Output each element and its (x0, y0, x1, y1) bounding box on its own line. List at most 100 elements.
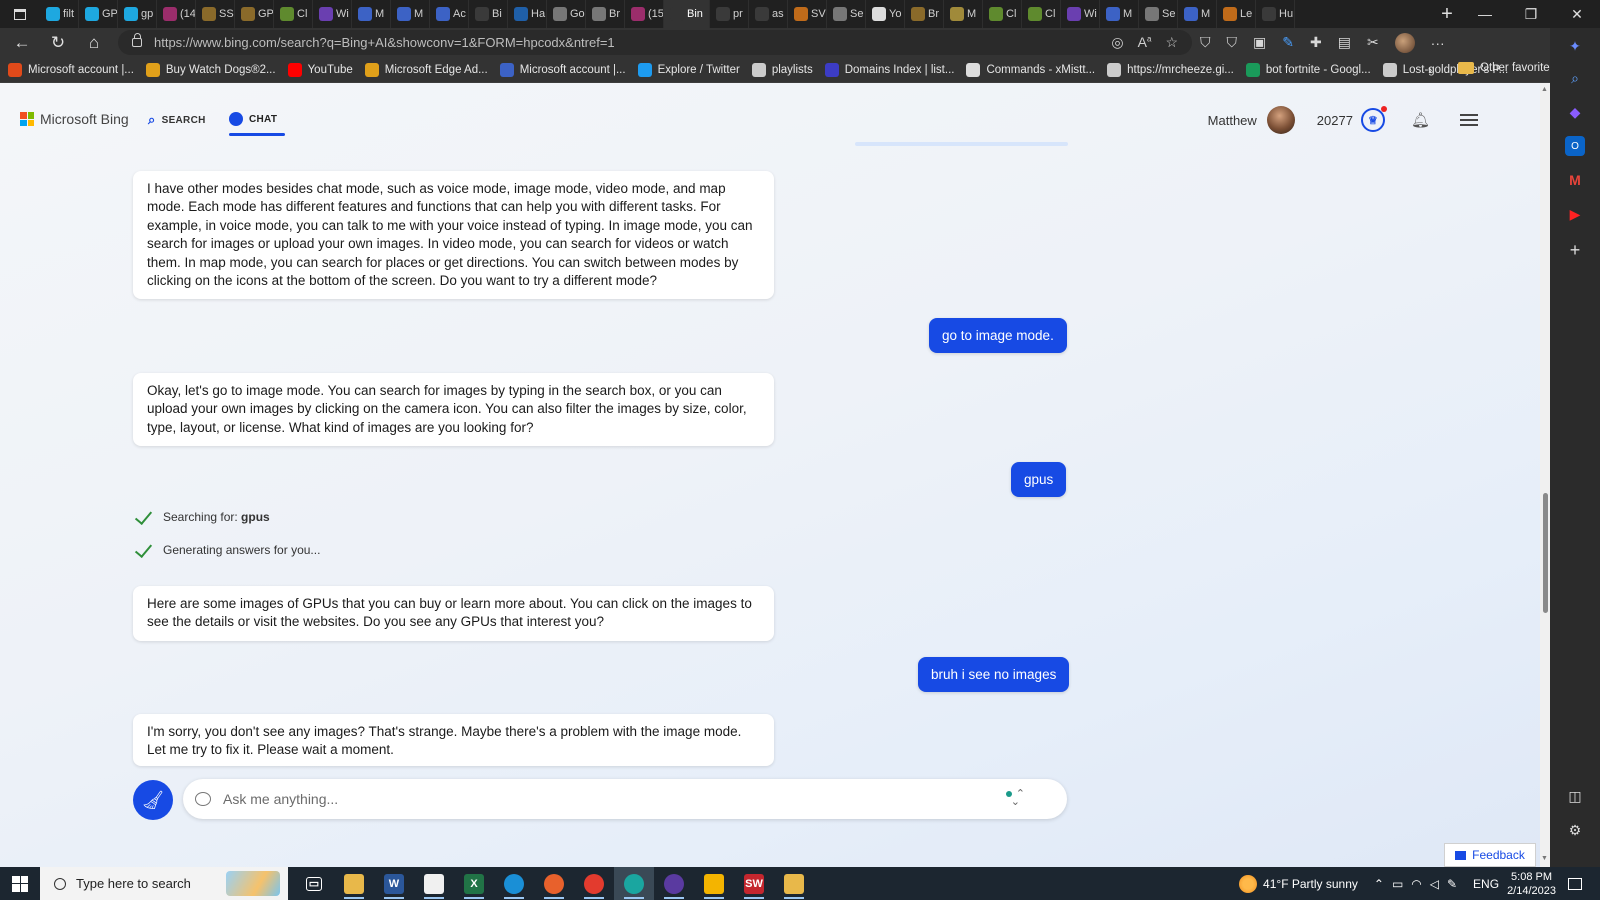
browser-tab[interactable]: Wi (313, 0, 352, 28)
browser-tab[interactable]: Br (905, 0, 944, 28)
profile-avatar[interactable] (1394, 32, 1415, 53)
home-icon[interactable]: ⌂ (76, 28, 112, 57)
browser-tab[interactable]: pr (710, 0, 749, 28)
scrollbar-thumb[interactable] (1543, 493, 1548, 613)
browser-tab[interactable]: (15 (625, 0, 664, 28)
browser-tab[interactable]: Yo (866, 0, 905, 28)
sidebar-settings-gear-icon[interactable]: ⚙ (1565, 820, 1585, 840)
notifications-bell-icon[interactable]: 🔔︎ (1411, 111, 1430, 129)
read-aloud-icon[interactable]: Aa (1138, 34, 1152, 51)
notification-center-icon[interactable] (1568, 877, 1582, 890)
youtube-icon[interactable]: ▶ (1565, 204, 1585, 224)
input-resize-handle-icon[interactable]: ⌃ ⌄ (1005, 789, 1025, 808)
tab-actions-menu-icon[interactable] (0, 0, 40, 28)
close-window-icon[interactable]: ✕ (1554, 0, 1600, 28)
restore-icon[interactable]: ❐ (1508, 0, 1554, 28)
favorite-link[interactable]: YouTube (287, 62, 353, 77)
taskbar-search-box[interactable]: Type here to search (40, 867, 288, 900)
browser-tab[interactable]: M (391, 0, 430, 28)
chat-input[interactable] (223, 791, 983, 807)
favorite-link[interactable]: Microsoft account |... (8, 62, 134, 77)
pen-extension-icon[interactable]: ✎ (1282, 34, 1294, 51)
page-scrollbar[interactable]: ▲ ▼ (1540, 83, 1550, 867)
browser-tab[interactable]: Br (586, 0, 625, 28)
favorite-link[interactable]: Microsoft Edge Ad... (364, 62, 488, 77)
rewards-points[interactable]: 20277 (1317, 113, 1353, 128)
puzzle-icon[interactable]: ✚ (1310, 34, 1322, 51)
scroll-down-icon[interactable]: ▼ (1541, 855, 1548, 862)
back-icon[interactable]: ← (4, 28, 40, 57)
minimize-icon[interactable]: — (1462, 0, 1508, 28)
new-topic-button[interactable]: 🧹︎ (133, 780, 173, 820)
taskbar-app-button[interactable] (614, 867, 654, 900)
taskbar-app-button[interactable]: SW (734, 867, 774, 900)
browser-tab[interactable]: M (1178, 0, 1217, 28)
web-capture-icon[interactable]: ✂ (1367, 34, 1379, 51)
favorite-link[interactable]: Microsoft account |... (499, 62, 626, 77)
bing-discover-icon[interactable]: ✦ (1565, 36, 1585, 56)
browser-tab[interactable]: Bi (469, 0, 508, 28)
language-indicator[interactable]: ENG (1473, 877, 1499, 891)
browser-tab[interactable]: (14 (157, 0, 196, 28)
favorite-link[interactable]: Buy Watch Dogs®2... (145, 62, 276, 77)
browser-tab[interactable]: Cl (983, 0, 1022, 28)
browser-tab[interactable]: Le (1217, 0, 1256, 28)
browser-tab[interactable]: Hu (1256, 0, 1295, 28)
favorite-link[interactable]: Domains Index | list... (824, 62, 954, 77)
chat-input-box[interactable]: ⌃⌄ (183, 779, 1067, 819)
search-icon[interactable]: ⌕ (1565, 68, 1585, 88)
browser-tab[interactable]: Bin✕ (664, 0, 710, 28)
taskbar-app-button[interactable] (334, 867, 374, 900)
browser-tab[interactable]: M (352, 0, 391, 28)
address-bar[interactable]: https://www.bing.com/search?q=Bing+AI&sh… (118, 30, 1192, 55)
favorite-link[interactable]: Explore / Twitter (637, 62, 740, 77)
extension-icon[interactable]: ▣ (1253, 34, 1266, 51)
browser-tab[interactable]: Cl (274, 0, 313, 28)
taskbar-app-button[interactable] (774, 867, 814, 900)
feedback-button[interactable]: Feedback (1444, 843, 1536, 867)
nav-chat-tab[interactable]: CHAT (229, 112, 277, 126)
taskbar-app-button[interactable] (654, 867, 694, 900)
more-options-icon[interactable]: ··· (1431, 35, 1445, 51)
add-sidebar-app-icon[interactable]: + (1565, 240, 1585, 260)
browser-tab[interactable]: Go (547, 0, 586, 28)
hamburger-menu-icon[interactable] (1460, 111, 1478, 129)
rewards-trophy-icon[interactable]: ♕ (1360, 106, 1387, 132)
system-clock[interactable]: 5:08 PM 2/14/2023 (1507, 870, 1556, 898)
taskbar-app-button[interactable]: X (454, 867, 494, 900)
taskbar-app-button[interactable]: ▭ (294, 867, 334, 900)
user-avatar[interactable] (1266, 106, 1295, 134)
refresh-icon[interactable]: ↻ (40, 28, 76, 57)
hide-sidebar-icon[interactable]: ◫ (1565, 786, 1585, 806)
favorite-link[interactable]: bot fortnite - Googl... (1245, 62, 1371, 77)
favorite-link[interactable]: https://mrcheeze.gi... (1107, 62, 1234, 77)
taskbar-app-button[interactable]: W (374, 867, 414, 900)
new-tab-button[interactable]: + (1432, 0, 1462, 28)
browser-tab[interactable]: as (749, 0, 788, 28)
taskbar-app-button[interactable] (694, 867, 734, 900)
tools-icon[interactable]: ◆ (1565, 102, 1585, 122)
favorite-link[interactable]: Commands - xMistt... (966, 62, 1095, 77)
add-favorite-icon[interactable]: ☆ (1165, 34, 1178, 51)
browser-tab[interactable]: filt (40, 0, 79, 28)
browser-tab[interactable]: Se (1139, 0, 1178, 28)
browser-tab[interactable]: Ac (430, 0, 469, 28)
browser-tab[interactable]: Se (827, 0, 866, 28)
browser-tab[interactable]: gp (118, 0, 157, 28)
location-icon[interactable]: ◎ (1111, 34, 1123, 51)
collections-icon[interactable]: ▤ (1338, 34, 1351, 51)
tray-icons[interactable]: ⌃▭◠◁✎ (1374, 877, 1465, 891)
outlook-icon[interactable]: O (1565, 136, 1585, 156)
browser-tab[interactable]: SS (196, 0, 235, 28)
browser-tab[interactable]: Wi (1061, 0, 1100, 28)
taskbar-app-button[interactable] (534, 867, 574, 900)
taskbar-app-button[interactable] (574, 867, 614, 900)
other-favorites-folder[interactable]: Other favorites (1458, 62, 1555, 74)
browser-tab[interactable]: GP (79, 0, 118, 28)
lock-icon[interactable] (132, 33, 142, 47)
nav-search-tab[interactable]: ⌕ SEARCH (148, 112, 206, 128)
gmail-icon[interactable]: M (1565, 170, 1585, 190)
browser-tab[interactable]: GP (235, 0, 274, 28)
favorites-overflow-icon[interactable]: › (1428, 62, 1432, 77)
browser-tab[interactable]: SV (788, 0, 827, 28)
